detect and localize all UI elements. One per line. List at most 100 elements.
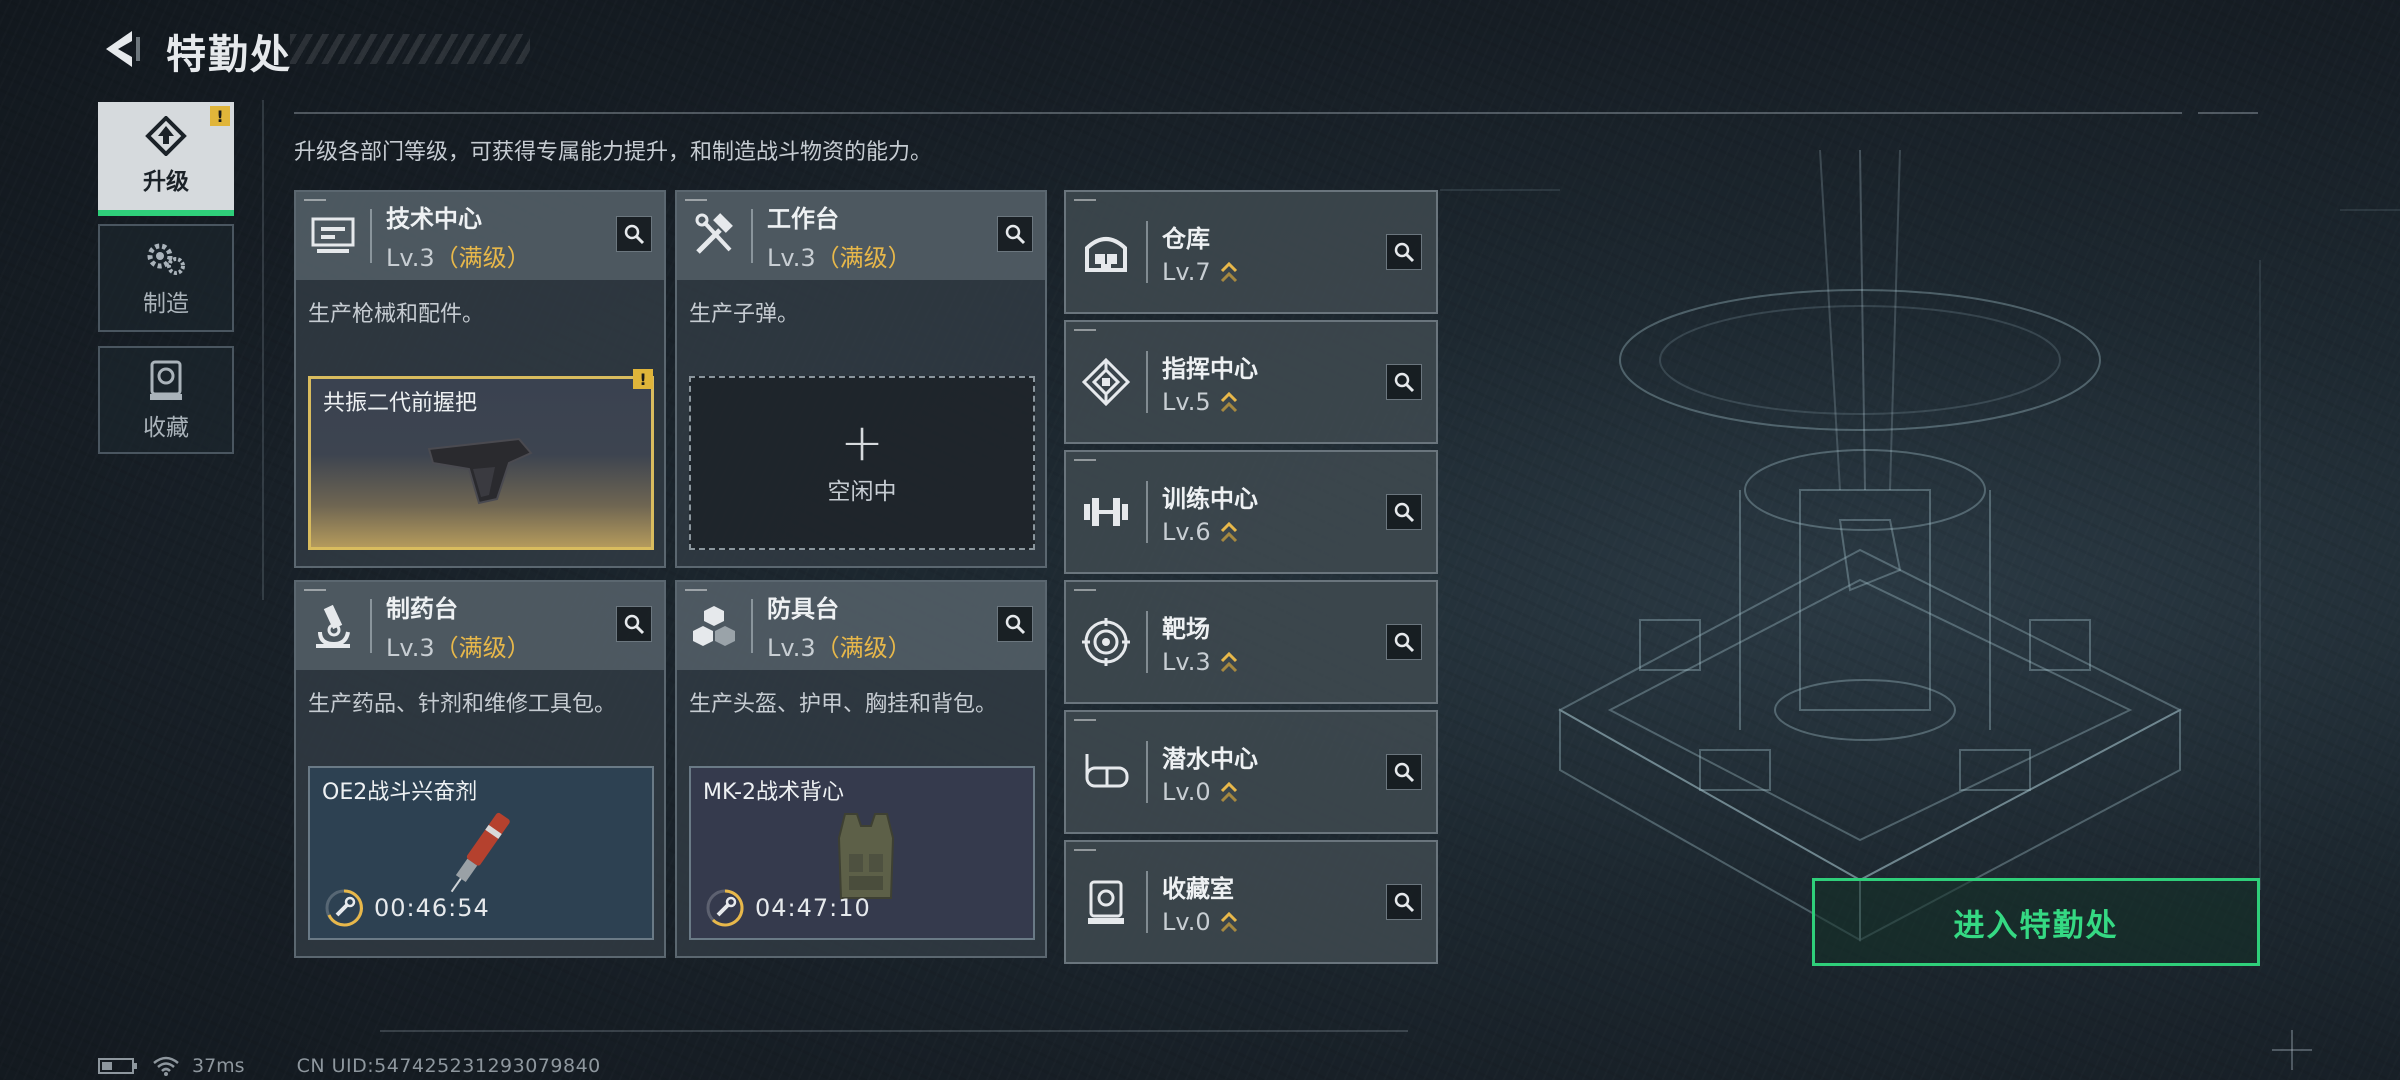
battery-icon xyxy=(98,1058,137,1074)
foregrip-image xyxy=(427,437,533,505)
facility-level: Lv.0 xyxy=(1162,907,1211,936)
max-level-tag: （满级） xyxy=(815,634,912,662)
facility-level: Lv.3 xyxy=(1162,647,1211,676)
facility-title: 收藏室 xyxy=(1162,874,1234,903)
search-button[interactable] xyxy=(997,216,1033,252)
card-tech-center[interactable]: 技术中心 Lv.3（满级） 生产枪械和配件。 共振二代前握把 ! xyxy=(294,190,666,568)
divider-bottom xyxy=(380,1030,1408,1032)
search-button[interactable] xyxy=(1386,234,1422,270)
search-button[interactable] xyxy=(1386,624,1422,660)
page-title: 特勤处 xyxy=(166,32,292,78)
search-button[interactable] xyxy=(616,216,652,252)
craft-timer: 00:46:54 xyxy=(324,888,490,928)
monitor-icon xyxy=(311,217,355,253)
card-level: Lv.3 xyxy=(767,634,816,662)
craft-timer: 04:47:10 xyxy=(705,888,871,928)
card-level: Lv.3 xyxy=(767,244,816,272)
add-icon: + xyxy=(840,413,884,473)
facility-title: 仓库 xyxy=(1162,224,1210,253)
card-level: Lv.3 xyxy=(386,634,435,662)
collection-icon xyxy=(150,360,182,400)
card-header: 技术中心 Lv.3（满级） xyxy=(296,192,664,280)
divider-top xyxy=(294,112,2182,114)
facility-diving-center[interactable]: 潜水中心 Lv.0 xyxy=(1064,710,1438,834)
card-level: Lv.3 xyxy=(386,244,435,272)
craft-time-remaining: 00:46:54 xyxy=(374,894,490,922)
production-slot-empty[interactable]: + 空闲中 xyxy=(689,376,1035,550)
search-button[interactable] xyxy=(1386,494,1422,530)
card-description: 生产头盔、护甲、胸挂和背包。 xyxy=(689,692,998,717)
nav-tab-craft[interactable]: 制造 xyxy=(98,224,234,332)
card-pharmacy[interactable]: 制药台 Lv.3（满级） 生产药品、针剂和维修工具包。 OE2战斗兴奋剂 00:… xyxy=(294,580,666,958)
search-button[interactable] xyxy=(1386,754,1422,790)
max-level-tag: （满级） xyxy=(434,634,531,662)
search-icon xyxy=(1394,892,1415,913)
upgrade-available-icon xyxy=(1220,391,1237,412)
facility-level: Lv.0 xyxy=(1162,777,1211,806)
divider-top-small xyxy=(2198,112,2258,114)
card-armor-bench[interactable]: 防具台 Lv.3（满级） 生产头盔、护甲、胸挂和背包。 MK-2战术背心 04:… xyxy=(675,580,1047,958)
goggles-icon xyxy=(1085,754,1129,788)
search-icon xyxy=(1394,242,1415,263)
nav-tab-upgrade[interactable]: 升级 ! xyxy=(98,102,234,216)
card-header: 防具台 Lv.3（满级） xyxy=(677,582,1045,670)
user-uid: CN UID:547425231293079840 xyxy=(296,1055,601,1077)
search-button[interactable] xyxy=(1386,884,1422,920)
search-icon xyxy=(1005,614,1026,635)
warehouse-icon xyxy=(1085,237,1127,272)
title-decoration xyxy=(290,34,530,64)
facility-shooting-range[interactable]: 靶场 Lv.3 xyxy=(1064,580,1438,704)
facility-level: Lv.6 xyxy=(1162,517,1211,546)
nav-tab-collection[interactable]: 收藏 xyxy=(98,346,234,454)
facility-warehouse[interactable]: 仓库 Lv.7 xyxy=(1064,190,1438,314)
facility-training-center[interactable]: 训练中心 Lv.6 xyxy=(1064,450,1438,574)
search-button[interactable] xyxy=(1386,364,1422,400)
card-title: 制药台 xyxy=(386,595,458,623)
card-header: 工作台 Lv.3（满级） xyxy=(677,192,1045,280)
search-icon xyxy=(1394,372,1415,393)
facility-illustration xyxy=(1440,150,2400,942)
search-icon xyxy=(624,614,645,635)
upgrade-available-icon xyxy=(1220,261,1237,282)
slot-idle-label: 空闲中 xyxy=(827,479,897,505)
search-button[interactable] xyxy=(997,606,1033,642)
card-title: 技术中心 xyxy=(386,205,482,233)
enter-special-ops-button[interactable]: 进入特勤处 xyxy=(1812,878,2260,966)
search-icon xyxy=(1394,632,1415,653)
card-workbench[interactable]: 工作台 Lv.3（满级） 生产子弹。 + 空闲中 xyxy=(675,190,1047,568)
production-slot-crafting[interactable]: OE2战斗兴奋剂 00:46:54 xyxy=(308,766,654,940)
facility-collection-room[interactable]: 收藏室 Lv.0 xyxy=(1064,840,1438,964)
tools-icon xyxy=(695,213,733,254)
craft-time-remaining: 04:47:10 xyxy=(755,894,871,922)
production-slot-crafting[interactable]: MK-2战术背心 04:47:10 xyxy=(689,766,1035,940)
alert-badge: ! xyxy=(633,369,653,389)
facility-title: 指挥中心 xyxy=(1162,354,1258,383)
facility-level: Lv.7 xyxy=(1162,257,1211,286)
upgrade-available-icon xyxy=(1220,521,1237,542)
production-slot-item[interactable]: 共振二代前握把 ! xyxy=(308,369,654,550)
max-level-tag: （满级） xyxy=(815,244,912,272)
search-icon xyxy=(1394,762,1415,783)
search-icon xyxy=(624,224,645,245)
back-button[interactable] xyxy=(96,22,144,76)
facility-title: 潜水中心 xyxy=(1162,744,1258,773)
search-icon xyxy=(1394,502,1415,523)
cubes-icon xyxy=(693,606,735,646)
ping-readout: 37ms xyxy=(192,1055,245,1077)
max-level-tag: （满级） xyxy=(434,244,531,272)
nav-label-collection: 收藏 xyxy=(143,415,189,441)
upgrade-available-icon xyxy=(1220,651,1237,672)
facility-command-center[interactable]: 指挥中心 Lv.5 xyxy=(1064,320,1438,444)
status-bar: 37ms CN UID:547425231293079840 xyxy=(98,1055,601,1077)
card-description: 生产枪械和配件。 xyxy=(308,302,485,327)
gears-icon xyxy=(147,243,185,275)
alert-badge: ! xyxy=(210,106,230,126)
divider-vertical xyxy=(262,100,264,600)
nav-label-craft: 制造 xyxy=(143,291,189,317)
card-title: 工作台 xyxy=(767,205,839,233)
facility-title: 靶场 xyxy=(1162,614,1210,643)
upgrade-icon xyxy=(145,116,187,156)
card-description: 生产子弹。 xyxy=(689,302,800,327)
card-header: 制药台 Lv.3（满级） xyxy=(296,582,664,670)
search-button[interactable] xyxy=(616,606,652,642)
